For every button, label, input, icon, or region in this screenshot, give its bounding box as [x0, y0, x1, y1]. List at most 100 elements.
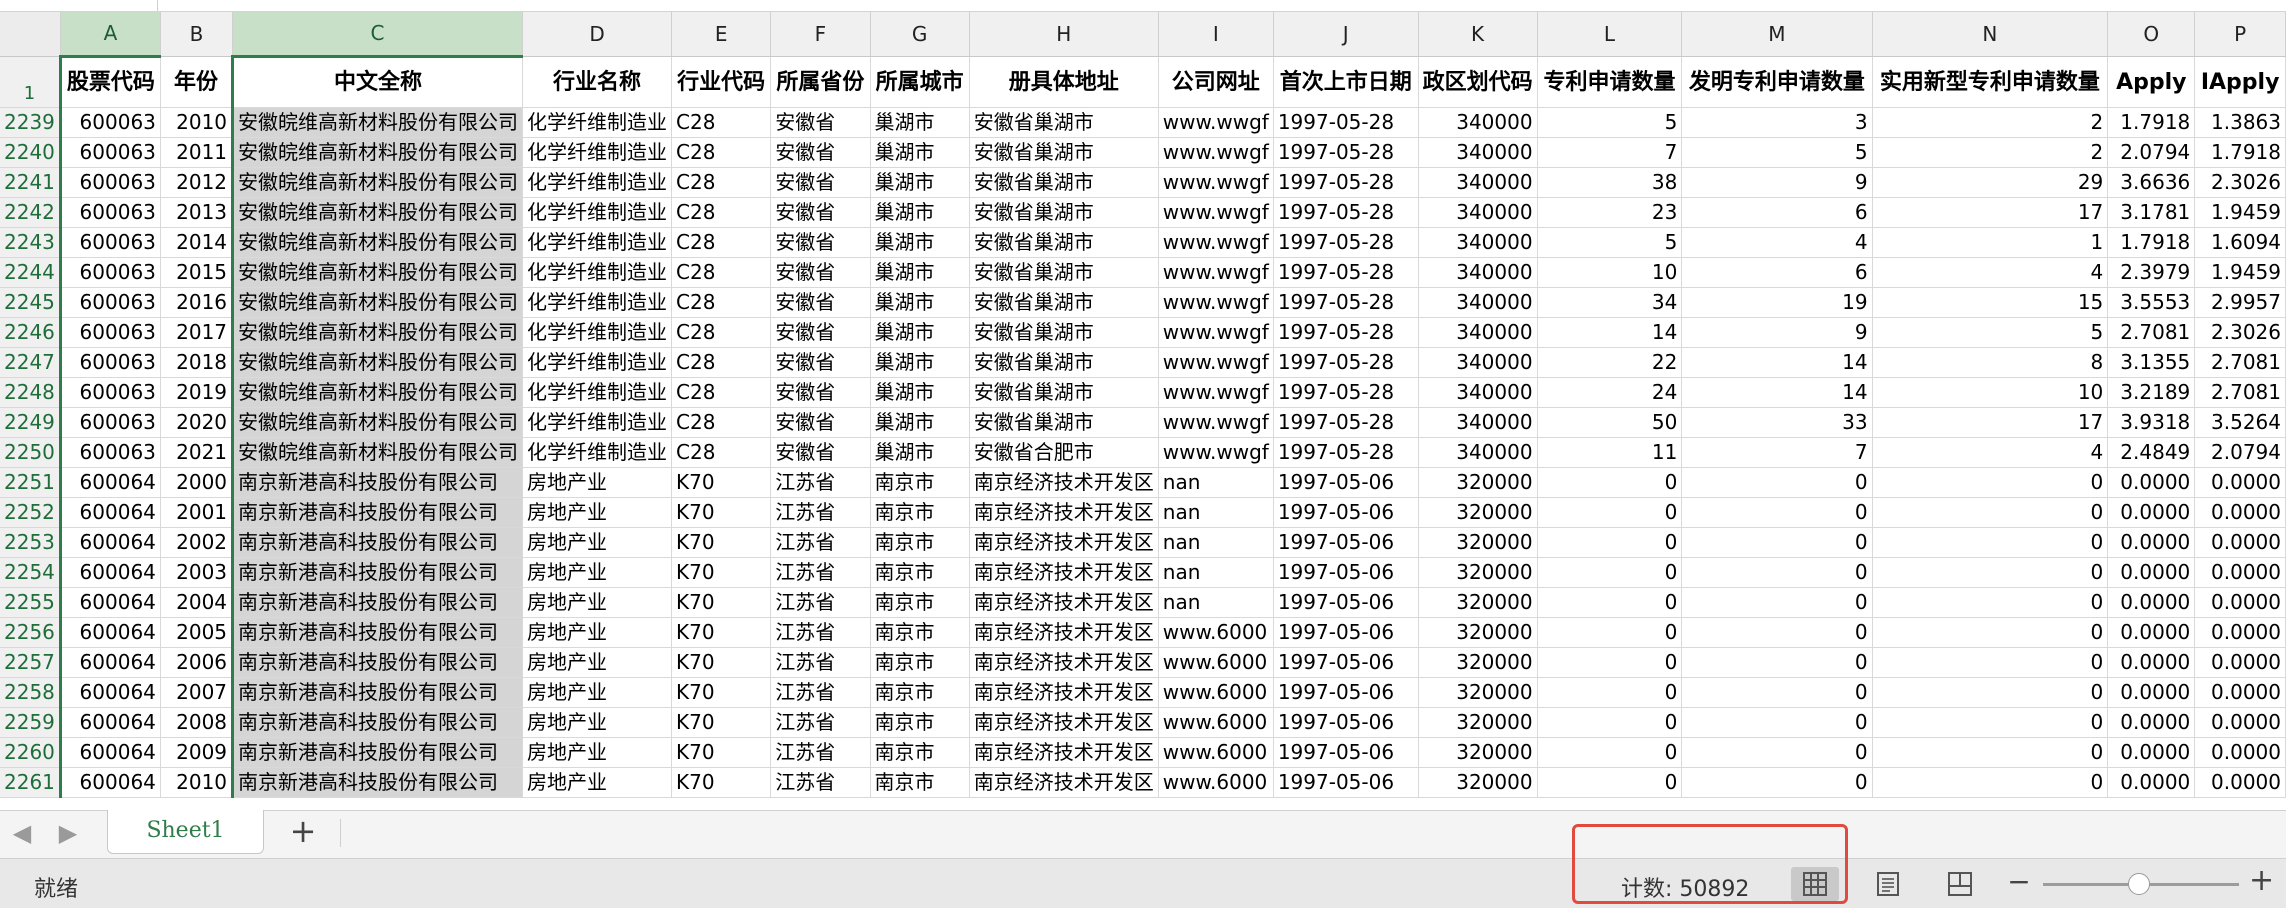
- table-cell[interactable]: 安徽省巢湖市: [969, 197, 1159, 228]
- formula-input[interactable]: [158, 0, 2286, 11]
- table-cell[interactable]: 安徽省: [770, 377, 871, 408]
- table-cell[interactable]: 320000: [1418, 617, 1538, 648]
- table-cell[interactable]: 1997-05-06: [1273, 497, 1419, 528]
- table-cell[interactable]: 0.0000: [2194, 737, 2286, 768]
- table-cell[interactable]: 0: [1537, 647, 1683, 678]
- table-cell[interactable]: C28: [671, 287, 772, 318]
- table-cell[interactable]: www.wwgf: [1158, 137, 1274, 168]
- table-cell[interactable]: 南京经济技术开发区: [969, 737, 1159, 768]
- table-cell[interactable]: 1997-05-06: [1273, 737, 1419, 768]
- table-cell[interactable]: 1997-05-28: [1273, 197, 1419, 228]
- table-cell[interactable]: 6: [1681, 197, 1873, 228]
- header-cell[interactable]: 专利申请数量: [1537, 56, 1683, 108]
- table-cell[interactable]: 340000: [1418, 137, 1538, 168]
- table-cell[interactable]: nan: [1158, 497, 1274, 528]
- column-header-o[interactable]: O: [2107, 12, 2196, 57]
- row-number[interactable]: 2252: [0, 497, 61, 528]
- table-cell[interactable]: 600063: [58, 137, 161, 168]
- table-cell[interactable]: 巢湖市: [870, 107, 970, 138]
- row-number[interactable]: 2246: [0, 317, 61, 348]
- table-cell[interactable]: 南京市: [870, 707, 970, 738]
- table-cell[interactable]: 340000: [1418, 407, 1538, 438]
- table-cell[interactable]: 南京新港高科技股份有限公司: [231, 767, 524, 798]
- table-cell[interactable]: K70: [671, 527, 772, 558]
- table-cell[interactable]: 安徽省巢湖市: [969, 407, 1159, 438]
- table-cell[interactable]: 南京市: [870, 737, 970, 768]
- table-cell[interactable]: 340000: [1418, 287, 1538, 318]
- header-cell[interactable]: Apply: [2107, 56, 2196, 108]
- header-cell[interactable]: 政区划代码: [1418, 56, 1538, 108]
- table-cell[interactable]: 1997-05-06: [1273, 767, 1419, 798]
- cell-table[interactable]: ABCDEFGHIJKLMNOP 1 股票代码 年份 中文全称 行业名称 行业代码 所属省份…: [0, 12, 2286, 798]
- table-cell[interactable]: 0: [1537, 677, 1683, 708]
- table-cell[interactable]: 南京市: [870, 467, 970, 498]
- table-cell[interactable]: 安徽省: [770, 257, 871, 288]
- table-cell[interactable]: 10: [1872, 377, 2109, 408]
- table-cell[interactable]: www.6000: [1158, 737, 1274, 768]
- table-cell[interactable]: 1997-05-28: [1273, 137, 1419, 168]
- table-cell[interactable]: 0: [1681, 467, 1873, 498]
- table-cell[interactable]: 化学纤维制造业: [522, 197, 673, 228]
- table-cell[interactable]: 安徽省: [770, 317, 871, 348]
- table-cell[interactable]: 安徽皖维高新材料股份有限公司: [231, 437, 524, 468]
- page-break-button[interactable]: [1936, 867, 1984, 901]
- table-cell[interactable]: 600063: [58, 287, 161, 318]
- table-cell[interactable]: 600064: [58, 707, 161, 738]
- table-cell[interactable]: 1.9459: [2194, 197, 2286, 228]
- table-cell[interactable]: 2.3026: [2194, 317, 2286, 348]
- table-cell[interactable]: 38: [1537, 167, 1683, 198]
- table-cell[interactable]: 2.4849: [2107, 437, 2196, 468]
- table-cell[interactable]: 南京市: [870, 587, 970, 618]
- table-cell[interactable]: 巢湖市: [870, 407, 970, 438]
- table-cell[interactable]: 0: [1537, 527, 1683, 558]
- table-cell[interactable]: 南京新港高科技股份有限公司: [231, 527, 524, 558]
- table-cell[interactable]: 安徽省: [770, 107, 871, 138]
- table-cell[interactable]: 4: [1681, 227, 1873, 258]
- table-cell[interactable]: 房地产业: [522, 617, 673, 648]
- table-cell[interactable]: K70: [671, 587, 772, 618]
- table-cell[interactable]: 安徽皖维高新材料股份有限公司: [231, 287, 524, 318]
- table-cell[interactable]: 1997-05-28: [1273, 227, 1419, 258]
- table-cell[interactable]: 南京经济技术开发区: [969, 767, 1159, 798]
- table-cell[interactable]: 南京新港高科技股份有限公司: [231, 707, 524, 738]
- table-cell[interactable]: 1997-05-06: [1273, 707, 1419, 738]
- row-number[interactable]: 2239: [0, 107, 61, 138]
- table-cell[interactable]: 房地产业: [522, 677, 673, 708]
- table-cell[interactable]: 600064: [58, 497, 161, 528]
- spreadsheet-grid[interactable]: ABCDEFGHIJKLMNOP 1 股票代码 年份 中文全称 行业名称 行业代码 所属省份…: [0, 12, 2286, 810]
- table-cell[interactable]: 600063: [58, 407, 161, 438]
- table-cell[interactable]: 安徽省巢湖市: [969, 227, 1159, 258]
- column-header-j[interactable]: J: [1273, 12, 1419, 57]
- table-cell[interactable]: 江苏省: [770, 737, 871, 768]
- table-cell[interactable]: 600063: [58, 257, 161, 288]
- table-cell[interactable]: 2007: [160, 677, 234, 708]
- table-cell[interactable]: 0.0000: [2107, 587, 2196, 618]
- table-cell[interactable]: www.wwgf: [1158, 377, 1274, 408]
- table-cell[interactable]: 1.6094: [2194, 227, 2286, 258]
- table-cell[interactable]: 340000: [1418, 197, 1538, 228]
- table-cell[interactable]: 0.0000: [2107, 557, 2196, 588]
- header-cell[interactable]: 实用新型专利申请数量: [1872, 56, 2109, 108]
- table-cell[interactable]: C28: [671, 257, 772, 288]
- table-cell[interactable]: www.wwgf: [1158, 437, 1274, 468]
- table-cell[interactable]: www.6000: [1158, 617, 1274, 648]
- table-cell[interactable]: 安徽省: [770, 407, 871, 438]
- name-box[interactable]: [0, 0, 158, 11]
- table-cell[interactable]: 化学纤维制造业: [522, 377, 673, 408]
- table-cell[interactable]: 1997-05-06: [1273, 677, 1419, 708]
- table-cell[interactable]: www.wwgf: [1158, 257, 1274, 288]
- table-cell[interactable]: 0.0000: [2194, 677, 2286, 708]
- table-cell[interactable]: 0.0000: [2107, 737, 2196, 768]
- table-cell[interactable]: 江苏省: [770, 587, 871, 618]
- table-cell[interactable]: 2002: [160, 527, 234, 558]
- table-cell[interactable]: 0.0000: [2107, 467, 2196, 498]
- table-cell[interactable]: 600063: [58, 377, 161, 408]
- table-cell[interactable]: 南京经济技术开发区: [969, 527, 1159, 558]
- table-cell[interactable]: 1997-05-28: [1273, 347, 1419, 378]
- table-cell[interactable]: 5: [1872, 317, 2109, 348]
- table-cell[interactable]: 安徽省: [770, 137, 871, 168]
- table-cell[interactable]: 0.0000: [2194, 497, 2286, 528]
- table-cell[interactable]: 2004: [160, 587, 234, 618]
- table-cell[interactable]: 0.0000: [2107, 707, 2196, 738]
- header-cell[interactable]: 行业代码: [671, 56, 772, 108]
